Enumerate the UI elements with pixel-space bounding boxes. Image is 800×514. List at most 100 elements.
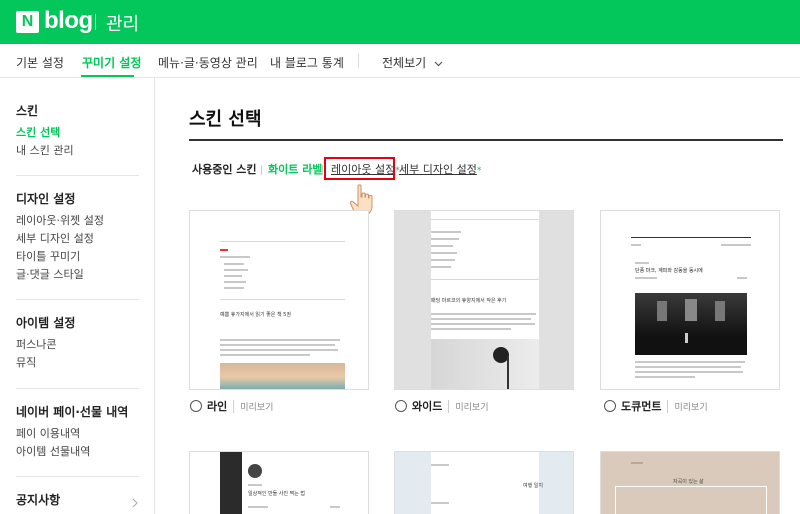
sidebar-divider — [16, 299, 139, 300]
sidebar-divider — [16, 476, 139, 477]
preview-decoration — [330, 506, 340, 508]
preview-decoration — [431, 259, 455, 261]
preview-decoration — [631, 244, 641, 246]
preview-decoration — [224, 281, 246, 283]
sidebar-item-layout-widget[interactable]: 레이아웃·위젯 설정 — [16, 212, 104, 228]
sidebar-heading-pay: 네이버 페이·선물 내역 — [16, 405, 129, 419]
sidebar-item-detail-design[interactable]: 세부 디자인 설정 — [16, 230, 94, 246]
preview-decoration — [431, 238, 459, 240]
active-tab-indicator — [81, 75, 134, 77]
card-post-title: 자곡이 있는 삶 — [673, 479, 704, 485]
subnav-divider — [261, 165, 262, 175]
preview-decoration — [635, 371, 743, 373]
preview-decoration — [431, 231, 461, 233]
radio-button[interactable] — [604, 400, 616, 412]
preview-decoration — [224, 275, 242, 277]
preview-decoration — [635, 361, 745, 363]
preview-decoration — [431, 279, 539, 280]
current-skin-label: 사용중인 스킨 — [192, 163, 257, 176]
preview-decoration — [220, 299, 345, 300]
page-title: 스킨 선택 — [189, 109, 262, 130]
preview-decoration — [224, 263, 244, 265]
preview-decoration — [431, 323, 535, 325]
tab-view-all-label: 전체보기 — [382, 56, 427, 70]
sidebar-heading-design: 디자인 설정 — [16, 192, 76, 206]
radio-button[interactable] — [395, 400, 407, 412]
skin-card-bottom-middle[interactable]: 여행 일지 — [394, 451, 574, 514]
sidebar-divider — [16, 388, 139, 389]
sidebar-item-skin-select[interactable]: 스킨 선택 — [16, 124, 60, 140]
preview-decoration — [431, 313, 536, 315]
skin-option-document[interactable]: 도큐먼트 미리보기 — [604, 398, 708, 414]
sidebar-item-my-skins[interactable]: 내 스킨 관리 — [16, 142, 74, 158]
chevron-right-icon — [132, 493, 138, 512]
preview-frame — [615, 486, 767, 514]
title-divider — [189, 139, 783, 141]
preview-link[interactable]: 미리보기 — [448, 399, 489, 413]
preview-decoration — [431, 252, 457, 254]
tab-divider — [358, 53, 359, 68]
sidebar-item-pay-history[interactable]: 페이 이용내역 — [16, 425, 80, 441]
preview-decoration — [220, 339, 340, 341]
preview-decoration — [431, 464, 449, 466]
card-post-title: 패딩 마르코의 휴양지에서 작은 후기 — [431, 298, 507, 304]
sidebar-item-notice[interactable]: 공지사항 — [16, 491, 60, 508]
naver-logo-icon[interactable]: N — [16, 11, 39, 33]
preview-decoration — [248, 506, 268, 508]
header-divider — [95, 14, 96, 30]
chevron-down-icon — [434, 56, 443, 70]
preview-link[interactable]: 미리보기 — [667, 399, 708, 413]
skin-card-bottom-left[interactable]: 일상적인 만들 사진 찍는 법 — [189, 451, 369, 514]
sidebar-heading-skin: 스킨 — [16, 104, 39, 118]
sidebar-item-music[interactable]: 뮤직 — [16, 354, 36, 370]
card-post-title: 예쁨 휴가지에서 읽기 좋은 책 5권 — [220, 312, 291, 318]
preview-decoration — [220, 256, 250, 258]
skin-card-wide[interactable]: 패딩 마르코의 휴양지에서 작은 후기 — [394, 210, 574, 390]
preview-decoration — [220, 249, 228, 251]
sidebar-divider — [16, 175, 139, 176]
preview-side-panel — [395, 211, 431, 389]
radio-button[interactable] — [190, 400, 202, 412]
current-skin-name: 화이트 라벨 — [268, 163, 323, 176]
detail-design-link-label: 세부 디자인 설정 — [399, 163, 477, 176]
preview-decoration — [631, 462, 643, 464]
preview-decoration — [220, 354, 310, 356]
preview-photo-lamp — [431, 339, 539, 389]
blog-logo-text[interactable]: blog — [44, 7, 93, 35]
preview-decoration — [220, 344, 335, 346]
preview-avatar — [248, 464, 262, 478]
sidebar-item-post-style[interactable]: 글·댓글 스타일 — [16, 266, 84, 282]
preview-side-panel — [220, 452, 242, 514]
preview-decoration — [431, 328, 511, 330]
preview-decoration — [737, 277, 747, 279]
preview-decoration — [721, 244, 751, 246]
preview-decoration — [631, 237, 751, 238]
tab-decoration-settings[interactable]: 꾸미기 설정 — [82, 54, 141, 71]
sidebar-item-personacon[interactable]: 퍼스나콘 — [16, 336, 56, 352]
preview-photo-dark — [635, 293, 747, 355]
sidebar-item-title-decor[interactable]: 타이틀 꾸미기 — [16, 248, 80, 264]
card-post-title: 일상적인 만들 사진 찍는 법 — [248, 491, 305, 497]
skin-option-line[interactable]: 라인 미리보기 — [190, 398, 273, 414]
preview-decoration — [431, 318, 531, 320]
tab-blog-stats[interactable]: 내 블로그 통계 — [270, 54, 344, 71]
skin-card-line[interactable]: 예쁨 휴가지에서 읽기 좋은 책 5권 — [189, 210, 369, 390]
preview-decoration — [431, 266, 451, 268]
tab-view-all[interactable]: 전체보기 — [382, 54, 443, 71]
tab-basic-settings[interactable]: 기본 설정 — [16, 54, 64, 71]
header-section-title: 관리 — [106, 14, 140, 35]
sidebar-item-gift-history[interactable]: 아이템 선물내역 — [16, 443, 90, 459]
tab-menu-post-video[interactable]: 메뉴·글·동영상 관리 — [158, 54, 258, 71]
skin-card-document[interactable]: 단풍 마크, 계피와 감동을 동시에 — [600, 210, 780, 390]
skin-option-wide[interactable]: 와이드 미리보기 — [395, 398, 489, 414]
skin-card-bottom-right[interactable]: 자곡이 있는 삶 — [600, 451, 780, 514]
preview-decoration — [224, 269, 248, 271]
highlight-box — [324, 157, 395, 180]
sidebar-heading-items: 아이템 설정 — [16, 316, 76, 330]
preview-photo-beach — [220, 363, 345, 389]
preview-decoration — [635, 277, 657, 279]
subnav-divider — [322, 165, 323, 175]
detail-design-link[interactable]: 세부 디자인 설정* — [399, 161, 481, 177]
asterisk-mark: * — [476, 166, 482, 176]
preview-link[interactable]: 미리보기 — [233, 399, 273, 413]
